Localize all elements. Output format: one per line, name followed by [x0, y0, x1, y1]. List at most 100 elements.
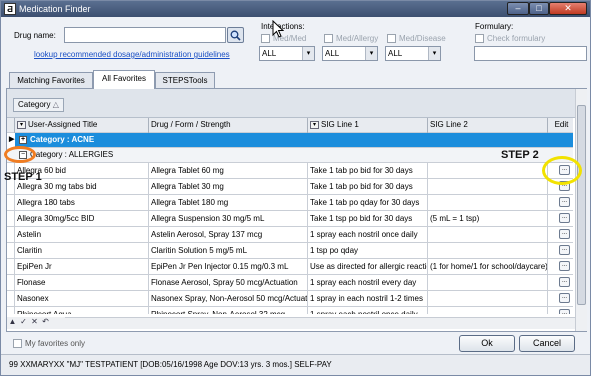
cell-sig2[interactable]	[428, 243, 548, 259]
cell-sig1[interactable]: Use as directed for allergic reaction	[308, 259, 428, 275]
group-chip-category[interactable]: Category △	[13, 98, 64, 112]
search-button[interactable]	[227, 27, 244, 43]
check-formulary-checkbox[interactable]: Check formulary	[475, 34, 545, 44]
table-row[interactable]: Allegra 60 bid Allegra Tablet 60 mg Take 1…	[7, 163, 573, 179]
filter-icon[interactable]: ▾	[17, 120, 26, 129]
checkbox-box[interactable]	[387, 34, 396, 44]
cell-sig1[interactable]: Take 1 tab po bid for 30 days	[308, 179, 428, 195]
column-header-sig1[interactable]: ▾ SIG Line 1	[308, 118, 428, 133]
table-row[interactable]: Allegra 30 mg tabs bid Allegra Tablet 30 …	[7, 179, 573, 195]
cell-sig2[interactable]	[428, 179, 548, 195]
cell-sig2[interactable]	[428, 163, 548, 179]
cell-drug[interactable]: Rhinocort Spray, Non-Aerosol 32 mcg	[149, 307, 308, 314]
chevron-down-icon[interactable]: ▾	[302, 47, 314, 60]
table-row[interactable]: Allegra 30mg/5cc BID Allegra Suspension 3…	[7, 211, 573, 227]
cell-drug[interactable]: Nasonex Spray, Non-Aerosol 50 mcg/Actuat…	[149, 291, 308, 307]
cell-drug[interactable]: Allegra Tablet 60 mg	[149, 163, 308, 179]
tab-all-favorites[interactable]: All Favorites	[93, 70, 155, 89]
nav-accept-icon[interactable]: ✓	[18, 317, 29, 328]
cell-sig2[interactable]	[428, 227, 548, 243]
cell-title[interactable]: Allegra 30mg/5cc BID	[15, 211, 149, 227]
edit-button[interactable]: ...	[559, 309, 570, 314]
cell-drug[interactable]: Allegra Tablet 30 mg	[149, 179, 308, 195]
cell-sig1[interactable]: 1 spray each nostril every day	[308, 275, 428, 291]
cell-drug[interactable]: EpiPen Jr Pen Injector 0.15 mg/0.3 mL	[149, 259, 308, 275]
checkbox-box[interactable]	[324, 34, 333, 44]
column-header-edit[interactable]: Edit	[548, 118, 573, 133]
cell-sig1[interactable]: 1 tsp po qday	[308, 243, 428, 259]
formulary-input[interactable]	[474, 46, 587, 61]
med-allergy-checkbox[interactable]: Med/Allergy	[324, 34, 378, 44]
table-row[interactable]: Nasonex Nasonex Spray, Non-Aerosol 50 mcg…	[7, 291, 573, 307]
table-row[interactable]: Claritin Claritin Solution 5 mg/5 mL 1 tsp…	[7, 243, 573, 259]
cell-sig1[interactable]: Take 1 tab po qday for 30 days	[308, 195, 428, 211]
column-header-sig2[interactable]: SIG Line 2	[428, 118, 548, 133]
expand-icon[interactable]: +	[19, 135, 27, 144]
chevron-down-icon[interactable]: ▾	[365, 47, 377, 60]
table-row[interactable]: Allegra 180 tabs Allegra Tablet 180 mg Tak…	[7, 195, 573, 211]
cell-title[interactable]: Rhinocort Aqua	[15, 307, 149, 314]
cell-drug[interactable]: Allegra Tablet 180 mg	[149, 195, 308, 211]
edit-button[interactable]: ...	[559, 229, 570, 239]
edit-button[interactable]: ...	[559, 197, 570, 207]
tab-stepstools[interactable]: STEPSTools	[155, 72, 215, 89]
checkbox-box[interactable]	[13, 339, 22, 349]
cell-sig2[interactable]	[428, 307, 548, 314]
edit-button[interactable]: ...	[559, 277, 570, 287]
lookup-guidelines-link[interactable]: lookup recommended dosage/administration…	[34, 50, 230, 59]
table-row[interactable]: Astelin Astelin Aerosol, Spray 137 mcg 1 s…	[7, 227, 573, 243]
group-row-acne[interactable]: ▶ + Category : ACNE	[7, 133, 573, 148]
cell-sig1[interactable]: 1 spray each nostril once daily	[308, 227, 428, 243]
checkbox-box[interactable]	[475, 34, 484, 44]
nav-undo-icon[interactable]: ↶	[40, 317, 51, 328]
title-bar[interactable]: Ƌ Medication Finder ‒ □ ✕	[1, 1, 590, 17]
vertical-scrollbar[interactable]	[575, 89, 587, 331]
cell-title[interactable]: Claritin	[15, 243, 149, 259]
cell-drug[interactable]: Allegra Suspension 30 mg/5 mL	[149, 211, 308, 227]
edit-button[interactable]: ...	[559, 213, 570, 223]
cell-sig2[interactable]	[428, 291, 548, 307]
med-allergy-select[interactable]: ALL ▾	[322, 46, 378, 61]
cell-drug[interactable]: Flonase Aerosol, Spray 50 mcg/Actuation	[149, 275, 308, 291]
cell-title[interactable]: Allegra 180 tabs	[15, 195, 149, 211]
cell-title[interactable]: EpiPen Jr	[15, 259, 149, 275]
cell-drug[interactable]: Astelin Aerosol, Spray 137 mcg	[149, 227, 308, 243]
cell-sig1[interactable]: 1 spray each nostril once daily	[308, 307, 428, 314]
med-med-select[interactable]: ALL ▾	[259, 46, 315, 61]
ok-button[interactable]: Ok	[459, 335, 515, 352]
minimize-button[interactable]: ‒	[507, 2, 529, 15]
cell-sig2[interactable]	[428, 275, 548, 291]
cell-sig1[interactable]: 1 spray in each nostril 1-2 times	[308, 291, 428, 307]
filter-icon[interactable]: ▾	[310, 120, 319, 129]
nav-cancel-icon[interactable]: ✕	[29, 317, 40, 328]
cell-sig1[interactable]: Take 1 tsp po bid for 30 days	[308, 211, 428, 227]
column-header-title[interactable]: ▾ User-Assigned Title	[15, 118, 149, 133]
cell-sig2[interactable]	[428, 195, 548, 211]
cell-title[interactable]: Astelin	[15, 227, 149, 243]
edit-button[interactable]: ...	[559, 293, 570, 303]
edit-button[interactable]: ...	[559, 261, 570, 271]
table-row[interactable]: Rhinocort AquaRhinocort Spray, Non-Aeros…	[7, 307, 573, 314]
drug-name-input[interactable]	[64, 27, 226, 43]
med-disease-select[interactable]: ALL ▾	[385, 46, 441, 61]
table-row[interactable]: Flonase Flonase Aerosol, Spray 50 mcg/Act…	[7, 275, 573, 291]
table-row[interactable]: EpiPen Jr EpiPen Jr Pen Injector 0.15 mg/…	[7, 259, 573, 275]
my-favorites-only-checkbox[interactable]: My favorites only	[13, 339, 85, 349]
med-disease-checkbox[interactable]: Med/Disease	[387, 34, 446, 44]
cell-drug[interactable]: Claritin Solution 5 mg/5 mL	[149, 243, 308, 259]
cell-sig2[interactable]: (5 mL = 1 tsp)	[428, 211, 548, 227]
nav-up-icon[interactable]: ▲	[7, 317, 18, 328]
cell-sig2[interactable]: (1 for home/1 for school/daycare)	[428, 259, 548, 275]
cell-title[interactable]: Flonase	[15, 275, 149, 291]
group-row-allergies[interactable]: − Category : ALLERGIES	[7, 148, 573, 163]
cell-title[interactable]: Nasonex	[15, 291, 149, 307]
cell-sig1[interactable]: Take 1 tab po bid for 30 days	[308, 163, 428, 179]
column-header-drug[interactable]: Drug / Form / Strength	[149, 118, 308, 133]
checkbox-box[interactable]	[261, 34, 270, 44]
scroll-thumb[interactable]	[577, 105, 586, 305]
horizontal-scrollbar[interactable]	[65, 317, 575, 329]
close-button[interactable]: ✕	[549, 2, 587, 15]
group-by-area[interactable]: Category △	[7, 89, 575, 118]
tab-matching-favorites[interactable]: Matching Favorites	[9, 72, 93, 89]
chevron-down-icon[interactable]: ▾	[428, 47, 440, 60]
